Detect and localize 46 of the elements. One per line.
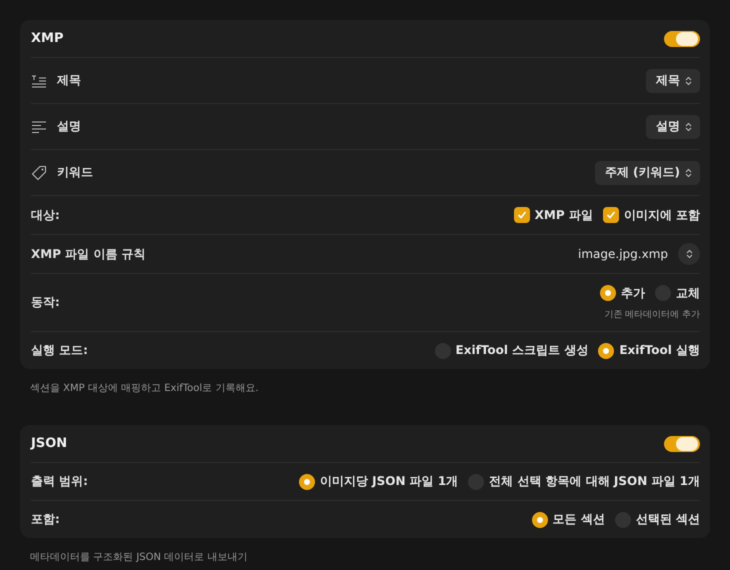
- radio-label: 선택된 섹션: [636, 511, 700, 528]
- row-label: 동작:: [31, 294, 60, 311]
- section-footnote: 메타데이터를 구조화된 JSON 데이터로 내보내기: [30, 551, 248, 564]
- row-label: 제목: [57, 72, 81, 89]
- section-title: JSON: [31, 436, 68, 451]
- radio-label: 이미지당 JSON 파일 1개: [320, 473, 458, 490]
- text-lines-icon: [31, 120, 47, 132]
- title-icon: [31, 74, 47, 88]
- tag-icon: [31, 164, 47, 180]
- checkbox-label: XMP 파일: [534, 206, 593, 224]
- chevron-updown-icon: [685, 76, 692, 86]
- radio-label: ExifTool 스크립트 생성: [456, 342, 588, 359]
- radio-button[interactable]: [598, 342, 614, 358]
- checkmark-icon: [516, 210, 527, 220]
- row-label: 키워드: [57, 164, 93, 181]
- row-label: XMP 파일 이름 규칙: [31, 246, 146, 262]
- chevron-updown-icon: [685, 122, 692, 132]
- row-label: 설명: [57, 118, 81, 135]
- hint-text: 기존 메타데이터에 추가: [604, 308, 700, 320]
- checkbox-label: 이미지에 포함: [624, 206, 700, 224]
- checkmark-icon: [606, 210, 616, 220]
- row-label: 실행 모드:: [31, 342, 88, 359]
- radio-button[interactable]: [600, 285, 616, 301]
- checkbox[interactable]: [602, 207, 619, 223]
- row-label: 포함:: [31, 511, 60, 528]
- radio-label: 추가: [621, 284, 645, 302]
- radio-label: 교체: [676, 284, 700, 302]
- popup-select[interactable]: 주제 (키워드): [594, 160, 700, 184]
- filename-value: image.jpg.xmp: [578, 247, 668, 261]
- chevron-updown-icon: [686, 249, 692, 259]
- popup-select[interactable]: 제목: [646, 68, 700, 92]
- row-label: 대상:: [31, 206, 60, 224]
- stepper-button[interactable]: [678, 243, 700, 265]
- radio-button[interactable]: [532, 512, 548, 528]
- section-footnote: 섹션을 XMP 대상에 매핑하고 ExifTool로 기록해요.: [30, 382, 260, 395]
- section-title: XMP: [31, 31, 64, 46]
- row-label: 출력 범위:: [31, 473, 88, 490]
- popup-select[interactable]: 설명: [646, 114, 700, 138]
- checkbox[interactable]: [514, 207, 530, 223]
- radio-label: 모든 섹션: [552, 511, 605, 528]
- radio-label: 전체 선택 항목에 대해 JSON 파일 1개: [489, 473, 700, 490]
- radio-button[interactable]: [298, 474, 315, 490]
- chevron-updown-icon: [685, 168, 692, 178]
- toggle-switch[interactable]: [664, 30, 700, 46]
- radio-label: ExifTool 실행: [619, 342, 700, 359]
- toggle-switch[interactable]: [664, 436, 700, 452]
